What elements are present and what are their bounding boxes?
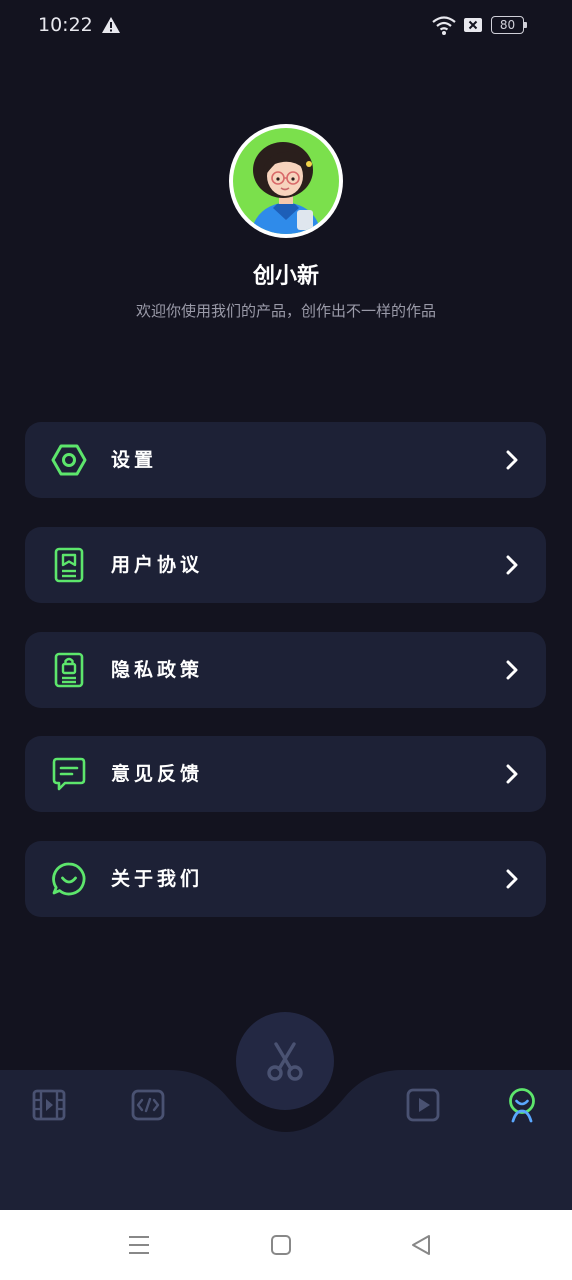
- user-agreement-icon: [54, 547, 84, 583]
- menu-item-feedback[interactable]: 意见反馈: [25, 736, 546, 812]
- avatar[interactable]: [229, 124, 343, 238]
- status-time: 10:22: [38, 14, 93, 36]
- battery-level: 80: [499, 18, 516, 32]
- film-icon[interactable]: [31, 1087, 67, 1123]
- menu-label: 用户协议: [111, 554, 204, 576]
- play-icon[interactable]: [405, 1087, 441, 1123]
- profile-icon[interactable]: [504, 1087, 540, 1123]
- menu-label: 关于我们: [111, 868, 204, 890]
- chevron-right-icon: [506, 869, 518, 889]
- menu-label: 意见反馈: [111, 763, 204, 785]
- code-icon[interactable]: [130, 1087, 166, 1123]
- user-subtitle: 欢迎你使用我们的产品，创作出不一样的作品: [135, 302, 436, 320]
- wifi-icon: [432, 16, 456, 35]
- back-icon[interactable]: [410, 1234, 432, 1256]
- no-sim-icon: [464, 18, 482, 32]
- recent-apps-icon[interactable]: [128, 1234, 150, 1256]
- scissors-icon: [267, 1042, 303, 1081]
- menu-item-user-agreement[interactable]: 用户协议: [25, 527, 546, 603]
- feedback-message-icon: [52, 757, 86, 791]
- bottom-tab-bar: [0, 1010, 572, 1210]
- menu-item-settings[interactable]: 设置: [25, 422, 546, 498]
- user-name: 创小新: [252, 264, 319, 289]
- status-bar: 10:22 80: [0, 0, 572, 52]
- menu-label: 隐私政策: [111, 659, 204, 681]
- chevron-right-icon: [506, 555, 518, 575]
- system-navigation-bar: [0, 1210, 572, 1280]
- chevron-right-icon: [506, 660, 518, 680]
- tab-editor-center-button[interactable]: [236, 1012, 334, 1110]
- menu-item-privacy-policy[interactable]: 隐私政策: [25, 632, 546, 708]
- chevron-right-icon: [506, 450, 518, 470]
- privacy-lock-icon: [54, 652, 84, 688]
- avatar-illustration: [233, 128, 339, 234]
- battery-indicator: 80: [491, 16, 527, 34]
- home-icon[interactable]: [270, 1234, 292, 1256]
- menu-label: 设置: [111, 449, 158, 471]
- chevron-right-icon: [506, 764, 518, 784]
- chat-bubble-icon: [52, 862, 86, 896]
- profile-screen: 10:22 80 创小新 欢迎你使用我们的产品，创作出不一样的作品 设置 用户协…: [0, 0, 572, 1280]
- warning-icon: [102, 17, 120, 33]
- hexagon-settings-icon: [51, 444, 87, 476]
- menu-item-about-us[interactable]: 关于我们: [25, 841, 546, 917]
